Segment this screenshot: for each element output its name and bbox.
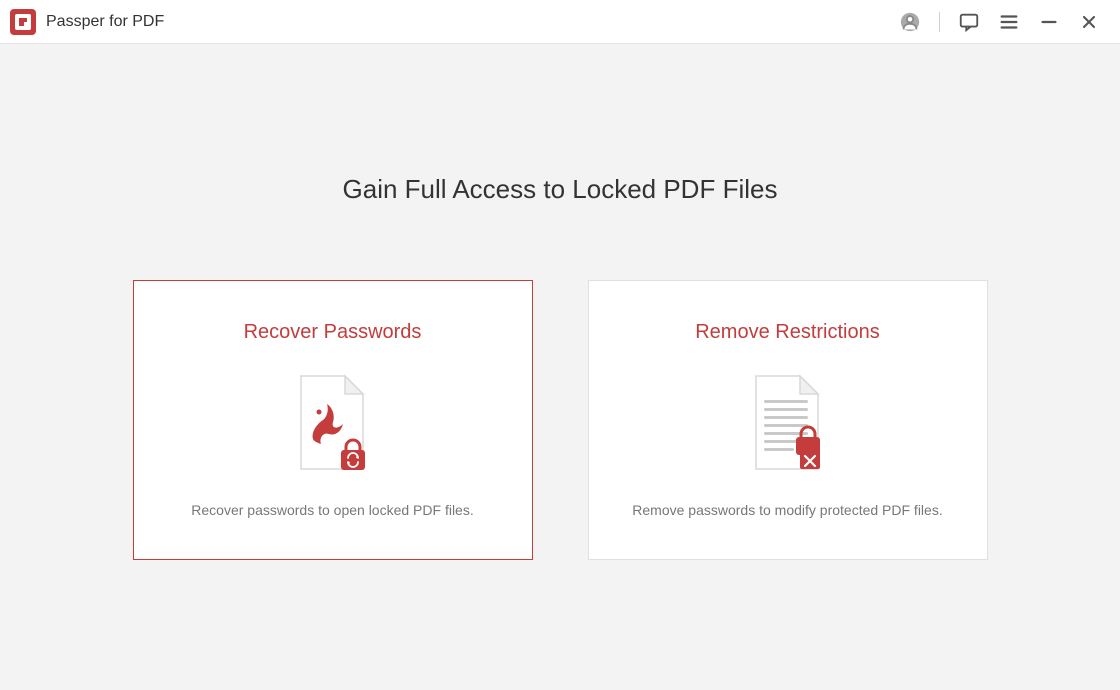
card-description: Remove passwords to modify protected PDF… — [632, 502, 942, 518]
titlebar-divider — [939, 12, 940, 32]
card-title: Recover Passwords — [244, 321, 422, 344]
remove-restrictions-card[interactable]: Remove Restrictions — [588, 280, 988, 560]
recover-passwords-card[interactable]: Recover Passwords — [133, 280, 533, 560]
titlebar: Passper for PDF — [0, 0, 1120, 44]
pdf-recover-icon — [293, 374, 373, 474]
account-icon[interactable] — [899, 11, 921, 33]
titlebar-right — [899, 11, 1100, 33]
app-title: Passper for PDF — [46, 13, 164, 31]
main-content: Gain Full Access to Locked PDF Files Rec… — [0, 44, 1120, 560]
card-title: Remove Restrictions — [695, 321, 880, 344]
close-icon[interactable] — [1078, 11, 1100, 33]
feedback-icon[interactable] — [958, 11, 980, 33]
titlebar-left: Passper for PDF — [10, 9, 164, 35]
pdf-remove-icon — [748, 374, 828, 474]
minimize-icon[interactable] — [1038, 11, 1060, 33]
card-row: Recover Passwords — [133, 280, 988, 560]
app-logo-icon — [10, 9, 36, 35]
menu-icon[interactable] — [998, 11, 1020, 33]
page-title: Gain Full Access to Locked PDF Files — [343, 174, 778, 205]
card-description: Recover passwords to open locked PDF fil… — [191, 502, 473, 518]
